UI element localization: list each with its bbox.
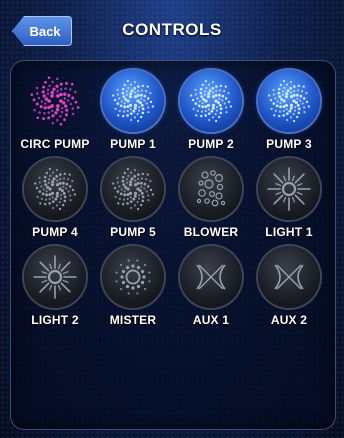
page-title: CONTROLS <box>122 20 222 39</box>
control-label: CIRC PUMP <box>20 137 90 151</box>
control-label: PUMP 3 <box>266 137 312 151</box>
control-label: LIGHT 1 <box>265 225 313 239</box>
blower-icon[interactable] <box>180 158 242 220</box>
control-label: LIGHT 2 <box>31 313 79 327</box>
icon-glyph <box>267 167 311 211</box>
control-label: PUMP 1 <box>110 137 156 151</box>
icon-glyph <box>268 79 310 123</box>
light-icon[interactable] <box>258 158 320 220</box>
control-label: AUX 2 <box>270 313 308 327</box>
mister-icon[interactable] <box>102 246 164 308</box>
control-pump-1[interactable]: PUMP 1 <box>94 70 172 151</box>
icon-glyph <box>112 79 154 123</box>
icon-glyph <box>196 264 226 290</box>
control-light-1[interactable]: LIGHT 1 <box>250 158 328 239</box>
control-label: AUX 1 <box>192 313 230 327</box>
control-pump-2[interactable]: PUMP 2 <box>172 70 250 151</box>
icon-glyph <box>274 264 304 290</box>
control-label: BLOWER <box>183 225 239 239</box>
control-blower[interactable]: BLOWER <box>172 158 250 239</box>
control-pump-3[interactable]: PUMP 3 <box>250 70 328 151</box>
icon-glyph <box>30 76 80 126</box>
icon-glyph <box>115 259 151 295</box>
pump-icon[interactable] <box>180 70 242 132</box>
aux-icon[interactable] <box>258 246 320 308</box>
light-icon[interactable] <box>24 246 86 308</box>
control-label: PUMP 4 <box>32 225 78 239</box>
controls-grid: CIRC PUMP PUMP 1 PUMP 2 PUMP 3 PUMP 4 PU… <box>16 70 328 327</box>
pump-icon[interactable] <box>102 158 164 220</box>
pump-icon[interactable] <box>102 70 164 132</box>
control-light-2[interactable]: LIGHT 2 <box>16 246 94 327</box>
icon-glyph <box>190 79 232 123</box>
icon-glyph <box>112 167 154 211</box>
control-label: MISTER <box>109 313 157 327</box>
control-aux-2[interactable]: AUX 2 <box>250 246 328 327</box>
control-mister[interactable]: MISTER <box>94 246 172 327</box>
control-aux-1[interactable]: AUX 1 <box>172 246 250 327</box>
icon-glyph <box>34 167 76 211</box>
header: Back CONTROLS <box>0 0 344 58</box>
icon-glyph <box>33 255 77 299</box>
control-label: PUMP 2 <box>188 137 234 151</box>
pump-icon[interactable] <box>24 158 86 220</box>
aux-icon[interactable] <box>180 246 242 308</box>
control-circ-pump[interactable]: CIRC PUMP <box>16 70 94 151</box>
control-pump-4[interactable]: PUMP 4 <box>16 158 94 239</box>
control-pump-5[interactable]: PUMP 5 <box>94 158 172 239</box>
control-label: PUMP 5 <box>110 225 156 239</box>
circ-pump-icon[interactable] <box>24 70 86 132</box>
pump-icon[interactable] <box>258 70 320 132</box>
icon-glyph <box>196 170 226 207</box>
